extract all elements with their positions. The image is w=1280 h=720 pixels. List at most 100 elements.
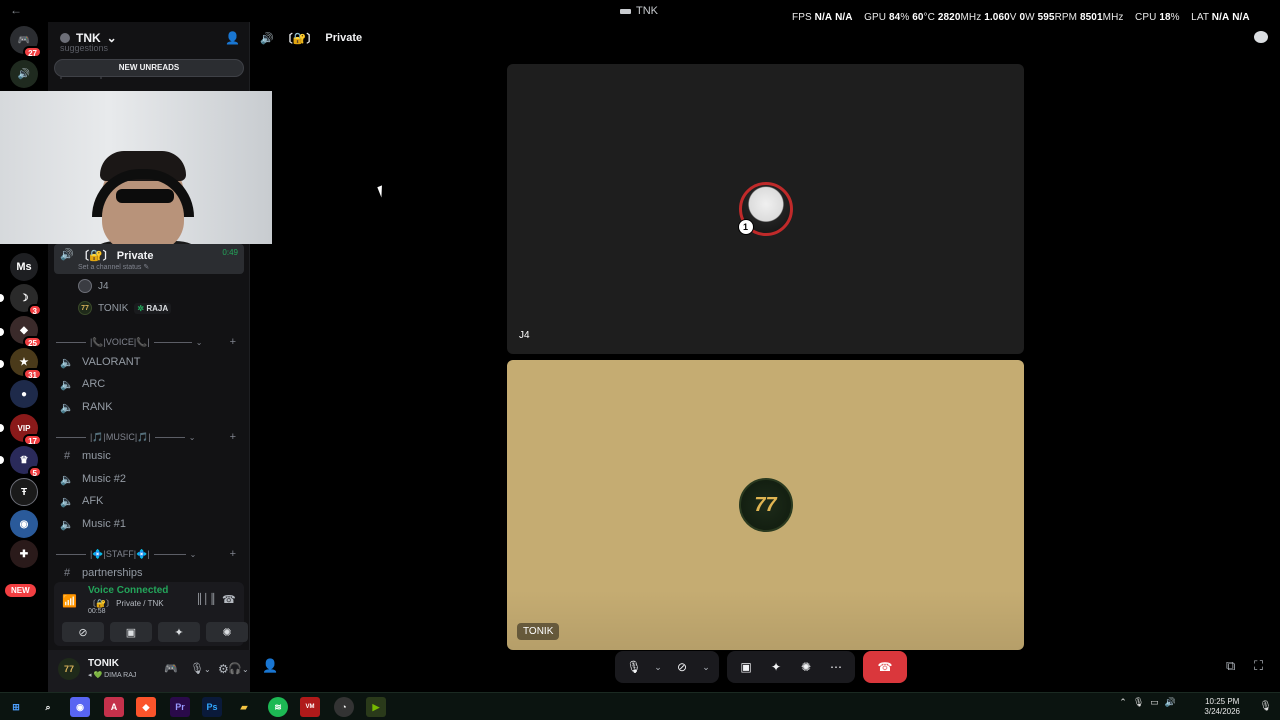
category-music[interactable]: |🎵|MUSIC|🎵| ⌄ + — [56, 429, 242, 445]
window-title: TNK — [620, 5, 658, 17]
microphone-icon[interactable]: 🎙 — [621, 654, 647, 680]
unread-pill — [0, 328, 4, 336]
settings-gear-icon[interactable]: ⚙ — [218, 662, 229, 676]
nvidia-taskbar-icon[interactable]: ▶ — [366, 697, 386, 717]
invite-people-icon[interactable]: 👤 — [225, 31, 240, 45]
user-status: ◂ 💚 DIMA RAJ — [88, 672, 137, 679]
channel-arc[interactable]: 🔈 ARC — [56, 374, 242, 394]
chevron-down-icon[interactable]: ⌄ — [242, 665, 249, 674]
channel-partnerships[interactable]: # partnerships — [56, 563, 242, 583]
server-crest-icon[interactable]: ♛ 5 — [10, 446, 42, 478]
soundboard-button[interactable]: ✺ — [206, 622, 248, 642]
avatar[interactable]: 77 — [58, 658, 80, 680]
channel-valorant[interactable]: 🔈 VALORANT — [56, 352, 242, 372]
fullscreen-icon[interactable]: ⛶ — [1254, 658, 1263, 674]
user-tag: ✲ RAJA — [134, 302, 172, 314]
more-options-icon[interactable]: ⋯ — [823, 654, 849, 680]
avatar-badge: 1 — [737, 219, 754, 235]
server-emblem-icon[interactable]: ★ 31 — [10, 348, 42, 380]
network-icon: ▭ — [1150, 697, 1159, 707]
disconnect-icon[interactable]: ☎ — [222, 593, 236, 606]
channel-music-1[interactable]: 🔈 Music #1 — [56, 514, 242, 534]
brave-taskbar-icon[interactable]: ◆ — [136, 697, 156, 717]
category-voice[interactable]: |📞|VOICE|📞| ⌄ + — [56, 334, 242, 350]
server-vip-icon[interactable]: VIP 17 — [10, 414, 42, 446]
chevron-down-icon: ⌄ — [188, 432, 196, 442]
participant-tile-tonik[interactable]: 77 TONIK — [507, 360, 1024, 650]
arrow-left-icon[interactable]: ← — [10, 3, 22, 17]
voicemod-taskbar-icon[interactable]: VM — [300, 697, 320, 717]
server-voice-icon[interactable]: 🔊 — [10, 60, 38, 88]
channel-music[interactable]: # music — [56, 446, 242, 466]
noise-suppression-icon[interactable]: ║│║ — [196, 594, 216, 605]
chevron-down-icon[interactable]: ⌄ — [651, 654, 665, 680]
chevron-down-icon: ⌄ — [106, 31, 117, 45]
server-t-icon[interactable]: Ŧ — [10, 478, 38, 506]
sunglasses — [116, 189, 174, 203]
channel-afk[interactable]: 🔈 AFK — [56, 491, 242, 511]
chevron-down-icon: ⌄ — [195, 337, 203, 347]
discord-taskbar-icon[interactable]: ◉ — [70, 697, 90, 717]
voice-user-j4[interactable]: J4 — [78, 277, 109, 295]
invite-to-voice-icon[interactable]: 👤 — [262, 658, 278, 674]
microphone-icon[interactable]: 🎙 — [190, 662, 204, 675]
activities-icon[interactable]: ✦ — [763, 654, 789, 680]
disconnect-button[interactable]: ☎ — [863, 651, 907, 683]
voice-timer: 00:58 — [88, 608, 106, 615]
chevron-down-icon[interactable]: ⌄ — [204, 665, 211, 674]
search-icon[interactable]: ⌕ — [38, 697, 58, 717]
soundboard-icon[interactable]: ✺ — [793, 654, 819, 680]
avatar: 1 — [737, 182, 793, 236]
obs-taskbar-icon[interactable]: ◔ — [334, 697, 354, 717]
new-unreads-button[interactable]: NEW UNREADS — [54, 59, 244, 77]
user-name[interactable]: TONIK — [88, 658, 119, 669]
file-explorer-taskbar-icon[interactable]: ▰ — [234, 697, 254, 717]
channel-rank[interactable]: 🔈 RANK — [56, 397, 242, 417]
participant-tile-j4[interactable]: 1 J4 — [507, 64, 1024, 354]
pop-out-icon[interactable]: ⧉ — [1226, 658, 1235, 674]
server-red-icon[interactable]: ✚ — [10, 540, 38, 568]
create-channel-icon[interactable]: + — [230, 548, 236, 560]
chevron-down-icon[interactable]: ⌄ — [699, 654, 713, 680]
speaker-icon: 🔈 — [60, 518, 74, 531]
activities-icon: ✦ — [174, 626, 184, 639]
server-ms[interactable]: Ms — [10, 253, 38, 281]
app-a-taskbar-icon[interactable]: A — [104, 697, 124, 717]
channel-music-2[interactable]: 🔈 Music #2 — [56, 469, 242, 489]
screen-share-button[interactable]: ▣ — [110, 622, 152, 642]
category-staff[interactable]: |💠|STAFF|💠| ⌄ + — [56, 546, 242, 562]
spotify-taskbar-icon[interactable]: ≋ — [268, 697, 288, 717]
server-avatar-icon[interactable]: ● — [10, 380, 38, 408]
discord-home-icon[interactable]: 🎮 27 — [10, 26, 42, 58]
set-channel-status[interactable]: Set a channel status ✎ — [78, 263, 149, 271]
create-channel-icon[interactable]: + — [230, 336, 236, 348]
headphones-icon[interactable]: 🎧 — [228, 662, 242, 675]
unread-pill — [0, 424, 4, 432]
create-channel-icon[interactable]: + — [230, 431, 236, 443]
participant-name: TONIK — [517, 623, 560, 640]
tnk-mini-icon — [620, 8, 631, 14]
gamepad-icon[interactable]: 🎮 — [164, 662, 178, 675]
microphone-tray-icon[interactable]: 🎙 — [1259, 701, 1272, 712]
voice-channel-header: 🔊 〔🔐〕 Private — [250, 22, 1280, 54]
taskbar-clock[interactable]: 10:25 PM 3/24/2026 — [1204, 697, 1240, 717]
signal-icon[interactable]: 📶 — [62, 594, 77, 608]
voice-connected-label[interactable]: Voice Connected — [88, 585, 168, 596]
server-blue-icon[interactable]: ◉ — [10, 510, 38, 538]
system-tray[interactable]: ⌃ 🎙 ▭ 🔊 — [1119, 697, 1176, 708]
camera-off-icon[interactable]: ⊘ — [669, 654, 695, 680]
activities-button[interactable]: ✦ — [158, 622, 200, 642]
screen-share-icon[interactable]: ▣ — [733, 654, 759, 680]
photoshop-taskbar-icon[interactable]: Ps — [202, 697, 222, 717]
server-logo-icon[interactable]: ◆ 25 — [10, 316, 42, 348]
premiere-taskbar-icon[interactable]: Pr — [170, 697, 190, 717]
server-moon-icon[interactable]: ☽ 3 — [10, 284, 42, 316]
channel-private[interactable]: 🔊 〔🔐〕 Private 0:49 Set a channel status … — [54, 244, 244, 274]
webcam-self-view[interactable] — [0, 91, 272, 244]
chat-bubble-icon[interactable] — [1254, 31, 1268, 43]
soundboard-icon: ✺ — [222, 626, 232, 639]
voice-user-tonik[interactable]: 77 TONIK ✲ RAJA — [78, 299, 172, 317]
camera-off-button[interactable]: ⊘ — [62, 622, 104, 642]
unread-pill — [0, 456, 4, 464]
windows-start-icon[interactable]: ⊞ — [6, 697, 26, 717]
